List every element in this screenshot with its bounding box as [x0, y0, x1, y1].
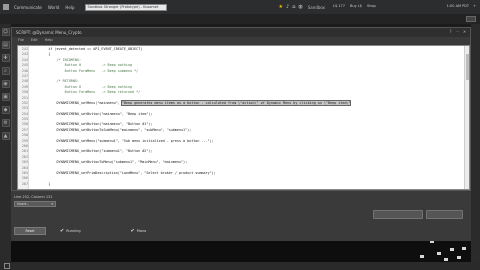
checkmark-icon: ✔	[130, 228, 135, 234]
world-tile	[457, 256, 461, 259]
inventory-icon[interactable]: ▤	[1, 41, 10, 49]
script-editor-window: SCRIPT: @Dynamic Menu_Crypto ? – ✕ File …	[11, 27, 471, 191]
reset-button[interactable]: Reset	[14, 227, 46, 235]
plus-icon[interactable]: +	[473, 4, 476, 8]
code-text: }	[32, 182, 50, 187]
globe-icon[interactable]: ◍	[298, 4, 302, 10]
code-editor[interactable]: 242 if (event_detected == API_EVENT_CREA…	[17, 45, 470, 190]
insert-dropdown[interactable]: Insert... ▾	[14, 201, 56, 207]
script-window-title: SCRIPT: @Dynamic Menu_Crypto	[16, 30, 82, 35]
action-buttons	[373, 210, 463, 219]
world-tile	[420, 255, 424, 258]
sound-icon[interactable]: ♪	[286, 4, 289, 10]
selected-text: "Beep generates menu items as a button -…	[120, 99, 352, 106]
world-tile	[444, 258, 448, 261]
close-icon[interactable]: ✕	[462, 29, 467, 34]
menu-edit[interactable]: Edit	[31, 37, 38, 43]
code-text-segment: DYNAMICMENU_setButtonToSubMenu("mainmenu…	[32, 127, 192, 132]
home-icon[interactable]: ⌂	[292, 4, 295, 10]
chevron-down-icon: ▾	[51, 202, 53, 206]
code-text-segment: DYNAMICMENU_setMenu("submenu1", "Sub men…	[32, 138, 214, 143]
edit-button[interactable]	[426, 210, 463, 219]
viewer-top-bar: Communicate World Help Sandbox Stronger …	[0, 0, 480, 14]
code-text-segment: {	[32, 52, 51, 57]
code-lines: 242 if (event_detected == API_EVENT_CREA…	[22, 47, 464, 187]
code-text-segment: DYNAMICMENU_setButton("submenu1", "Butto…	[32, 149, 153, 154]
script-window-titlebar[interactable]: SCRIPT: @Dynamic Menu_Crypto	[12, 28, 470, 37]
running-label: Running	[66, 229, 81, 233]
clock-time: 1:00 AM PDT	[446, 4, 470, 8]
code-line[interactable]: 267 }	[22, 182, 464, 187]
world-tile	[462, 247, 466, 250]
landmarks-icon[interactable]: ◆	[1, 106, 10, 114]
location-url-field[interactable]: Sandbox Stronger (Prototype) - Kusamet	[84, 3, 167, 11]
menu-help[interactable]: Help	[45, 37, 53, 43]
code-text-segment: Button FormMenu -> Beep returned */	[32, 90, 141, 95]
avatar-icon[interactable]	[3, 4, 9, 10]
mono-label: Mono	[136, 229, 147, 233]
line-number: 267	[21, 181, 28, 186]
buy-currency-link[interactable]: Buy L$	[350, 4, 362, 8]
clock-area: 1:00 AM PDT +	[447, 4, 476, 8]
code-text-segment: Button 0 -> Beep nothing	[32, 63, 133, 68]
menu-communicate[interactable]: Communicate	[14, 5, 42, 10]
code-text-segment: }	[32, 181, 51, 186]
cursor-position: Line 252, Column 131	[14, 195, 53, 199]
camera-icon[interactable]: ◉	[1, 80, 10, 88]
menu-world[interactable]: World	[48, 5, 59, 10]
balance-status: L$ 177 Buy L$ Shop	[333, 4, 376, 8]
location-label: Sandbox	[307, 4, 326, 10]
code-text-segment: DYNAMICMENU_setMenu("mainmenu",	[32, 100, 122, 105]
shop-link[interactable]: Shop	[367, 4, 376, 8]
right-sidebar	[471, 24, 480, 270]
script-menubar: File Edit Help	[12, 37, 470, 43]
run-options: Reset ✔ Running ✔ Mono	[14, 227, 146, 235]
settings-icon[interactable]: ⚙	[1, 119, 10, 127]
minimize-icon[interactable]: –	[455, 29, 460, 34]
scrollbar-thumb[interactable]	[466, 54, 469, 80]
code-text-segment: DYNAMICMENU_setButton("mainmenu", "Butto…	[32, 122, 153, 127]
places-icon[interactable]: ▲	[1, 132, 10, 140]
code-text-segment: DYNAMICMENU_setButtonToMenu("submenu1", …	[32, 160, 188, 165]
balance-amount: L$ 177	[333, 4, 345, 8]
mono-checkbox[interactable]: ✔ Mono	[131, 228, 147, 234]
window-controls: ? – ✕	[448, 29, 467, 34]
menu-file[interactable]: File	[18, 37, 24, 43]
windlight-icon[interactable]	[466, 16, 476, 22]
chat-icon[interactable]	[4, 263, 10, 269]
map-icon[interactable]: ✚	[1, 54, 10, 62]
left-sidebar: ☺ ▤ ✚ ⌕ ◉ ▣ ◆ ⚙ ▲	[0, 24, 11, 270]
code-text-segment: /* RETURNS:	[32, 79, 79, 84]
viewer-menu: Communicate World Help	[14, 5, 75, 10]
script-controls-panel: Line 252, Column 131 Insert... ▾ Reset ✔…	[11, 191, 471, 241]
secondary-toolbar	[0, 14, 480, 24]
favorite-star-icon[interactable]: ★	[279, 4, 283, 10]
people-icon[interactable]: ☺	[1, 28, 10, 36]
menu-help[interactable]: Help	[65, 5, 74, 10]
bottom-bar	[0, 262, 480, 270]
nav-icons: ★ ♪ ⌂ ◍	[279, 4, 303, 10]
insert-dropdown-value: Insert...	[17, 202, 30, 206]
code-text-segment: DYNAMICMENU_setButton("mainmenu", "Beep …	[32, 111, 153, 116]
code-text-segment: DYNAMICMENU_setPrimDescription("LandMenu…	[32, 170, 216, 175]
world-tile	[437, 252, 441, 255]
search-icon[interactable]: ⌕	[1, 67, 10, 75]
build-icon[interactable]: ▣	[1, 93, 10, 101]
help-icon[interactable]: ?	[448, 29, 453, 34]
checkmark-icon: ✔	[60, 228, 65, 234]
code-text-segment: if (event_detected == API_EVENT_CREATE_O…	[32, 47, 143, 51]
code-text-segment: /* INCOMING:	[32, 57, 81, 62]
world-tile	[450, 248, 454, 251]
save-button[interactable]	[373, 210, 423, 219]
code-text-segment: Button 0 -> Beep nothing	[32, 84, 133, 89]
running-checkbox[interactable]: ✔ Running	[60, 228, 81, 234]
editor-scrollbar[interactable]	[464, 46, 469, 189]
code-text-segment: Button FormMenu -> Beep submenu */	[32, 68, 139, 73]
